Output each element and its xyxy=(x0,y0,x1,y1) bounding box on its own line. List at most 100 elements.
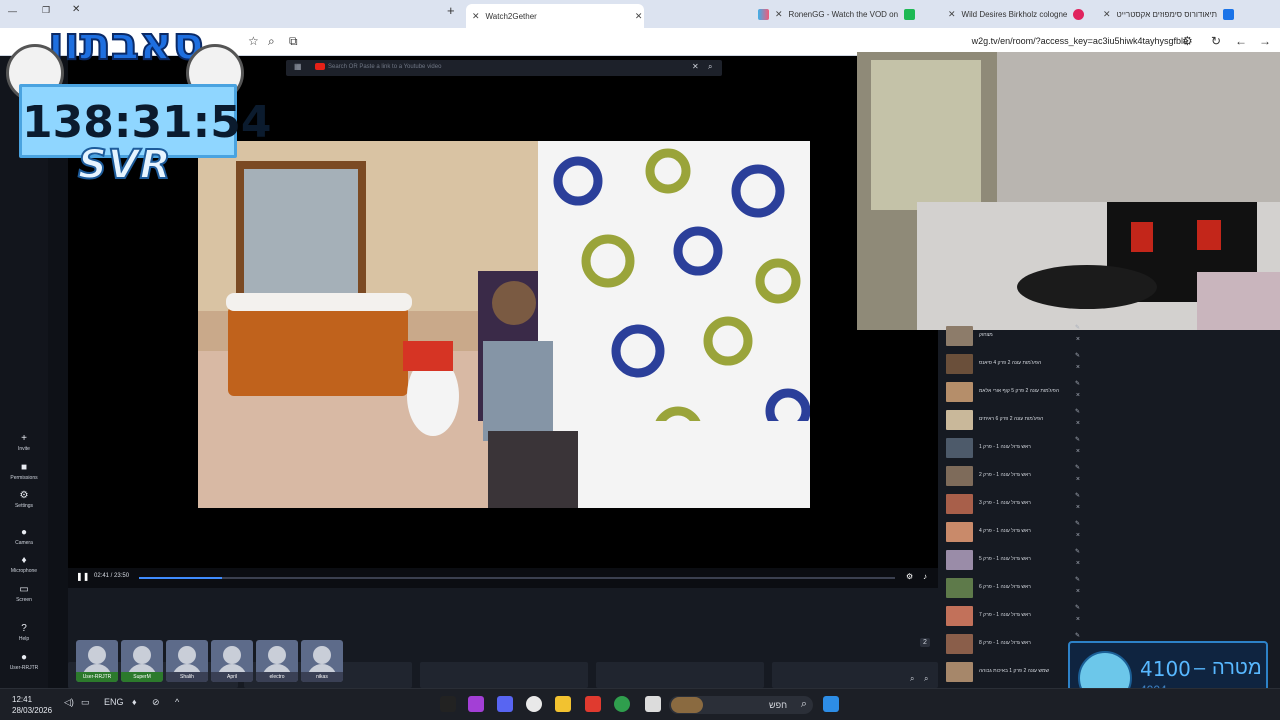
minimize-icon[interactable]: — xyxy=(8,6,17,16)
edit-icon[interactable]: ✎ xyxy=(1075,464,1080,471)
new-tab-icon[interactable]: + xyxy=(447,3,455,18)
edit-icon[interactable]: ✎ xyxy=(1075,604,1080,611)
remove-icon[interactable]: × xyxy=(1076,392,1080,399)
edit-icon[interactable]: ✎ xyxy=(1075,324,1080,331)
window-icon[interactable] xyxy=(645,696,661,712)
sidebar-item-invite[interactable]: + Invite xyxy=(0,433,48,452)
video-thumbnail[interactable] xyxy=(946,494,973,514)
chevron-up-icon[interactable]: ^ xyxy=(175,697,179,707)
microphone-icon[interactable]: ♦ xyxy=(132,697,137,707)
video-thumbnail[interactable] xyxy=(946,466,973,486)
user-tile[interactable]: April xyxy=(211,640,253,682)
video-thumbnail[interactable] xyxy=(946,550,973,570)
search-icon[interactable]: ⌕ xyxy=(708,62,712,72)
video-thumbnail[interactable] xyxy=(946,438,973,458)
file-explorer-icon[interactable] xyxy=(555,696,571,712)
close-icon[interactable]: ✕ xyxy=(948,9,956,20)
sidebar-item-camera[interactable]: ● Camera xyxy=(0,527,48,546)
playlist-item[interactable]: הפיג'מות עונה 2 פרק 5 קוף אורי אלאמה ✎ × xyxy=(946,380,1086,406)
video-thumbnail[interactable] xyxy=(946,382,973,402)
remove-icon[interactable]: × xyxy=(1076,560,1080,567)
tab-hebrew[interactable]: ✕ תיאודורוס סימפוזים אקסטרייט xyxy=(1097,4,1280,24)
user-tile[interactable]: User-RRJTR xyxy=(76,640,118,682)
video-thumbnail[interactable] xyxy=(946,410,973,430)
app-icon[interactable] xyxy=(585,696,601,712)
playlist-item[interactable]: מצחוק ✎ × xyxy=(946,324,1086,350)
remove-icon[interactable]: × xyxy=(1076,420,1080,427)
tab-ronengg[interactable]: ✕ RonenGG - Watch the VOD on xyxy=(752,4,942,24)
close-icon[interactable]: ✕ xyxy=(635,11,643,22)
video-thumbnail[interactable] xyxy=(946,662,973,682)
remove-icon[interactable]: × xyxy=(1076,588,1080,595)
instagram-icon[interactable] xyxy=(468,696,484,712)
settings-icon[interactable]: ⚙ xyxy=(906,572,913,581)
video-thumbnail[interactable] xyxy=(946,606,973,626)
star-icon[interactable]: ☆ xyxy=(248,34,259,48)
playlist-item[interactable]: ראש גדול עונה 1 - פרק 3 ✎ × xyxy=(946,492,1086,518)
edit-icon[interactable]: ✎ xyxy=(1075,352,1080,359)
edit-icon[interactable]: ✎ xyxy=(1075,520,1080,527)
language-indicator[interactable]: ENG xyxy=(104,697,124,707)
zoom-icon[interactable]: ⌕ xyxy=(268,34,275,49)
user-tile[interactable]: Shalih xyxy=(166,640,208,682)
taskbar-search[interactable]: חפש ⌕ xyxy=(669,696,813,714)
sidebar-item-user[interactable]: ● User-RRJTR xyxy=(0,652,48,671)
network-icon[interactable]: ▭ xyxy=(81,697,90,708)
forward-icon[interactable]: → xyxy=(1259,34,1271,48)
tab-watch2gether[interactable]: ✕ Watch2Gether ✕ xyxy=(466,4,644,28)
mute-icon[interactable]: ⊘ xyxy=(152,697,160,708)
playlist-item[interactable]: ראש גדול עונה 1 - פרק 2 ✎ × xyxy=(946,464,1086,490)
media-player-icon[interactable] xyxy=(526,696,542,712)
playlist-item[interactable]: ראש גדול עונה 1 - פרק 8✎× xyxy=(946,632,1086,658)
playlist-item[interactable]: ראש גדול עונה 1 - פרק 7 ✎ × xyxy=(946,604,1086,630)
video-search-input[interactable]: ▦ Search OR Paste a link to a Youtube vi… xyxy=(286,60,722,76)
sidebar-item-settings[interactable]: ⚙ Settings xyxy=(0,490,48,509)
playlist-item[interactable]: ראש גדול עונה 1 - פרק 1 ✎ × xyxy=(946,436,1086,462)
edit-icon[interactable]: ✎ xyxy=(1075,436,1080,443)
user-tile[interactable]: SuperM xyxy=(121,640,163,682)
back-icon[interactable]: ← xyxy=(1235,34,1247,48)
volume-icon[interactable]: ◁) xyxy=(64,697,74,708)
restore-icon[interactable]: ❐ xyxy=(42,5,50,16)
playlist-item[interactable]: ראש גדול עונה 1 - פרק 4 ✎ × xyxy=(946,520,1086,546)
tab-wild-desires[interactable]: ✕ Wild Desires Birkholz cologne xyxy=(942,4,1097,24)
remove-icon[interactable]: × xyxy=(1076,336,1080,343)
video-thumbnail[interactable] xyxy=(946,522,973,542)
close-icon[interactable]: ✕ xyxy=(775,9,783,20)
remove-icon[interactable]: × xyxy=(1076,532,1080,539)
sidebar-item-microphone[interactable]: ♦ Microphone xyxy=(0,555,48,574)
remove-icon[interactable]: × xyxy=(1076,616,1080,623)
clear-icon[interactable]: ✕ xyxy=(692,62,699,71)
reload-icon[interactable]: ↻ xyxy=(1211,34,1221,48)
chrome-icon[interactable] xyxy=(614,696,630,712)
edit-icon[interactable]: ✎ xyxy=(1075,576,1080,583)
remove-icon[interactable]: × xyxy=(1076,364,1080,371)
playlist-item[interactable]: הפיג'מות עונה 2 פרק 6 ראיתים ✎ × xyxy=(946,408,1086,434)
window-close-icon[interactable]: ✕ xyxy=(72,4,80,15)
playlist-item[interactable]: שמש עונה 2 פרק 1 באיכות גבוהה✎× xyxy=(946,660,1086,686)
playlist-item[interactable]: ראש גדול עונה 1 - פרק 6 ✎ × xyxy=(946,576,1086,602)
taskbar-clock[interactable]: 12:41 28/03/2026 xyxy=(12,694,52,716)
edit-icon[interactable]: ✎ xyxy=(1075,492,1080,499)
video-thumbnail[interactable] xyxy=(946,578,973,598)
progress-bar[interactable] xyxy=(139,577,895,579)
sidebar-item-screen[interactable]: ▭ Screen xyxy=(0,584,48,603)
discord-icon[interactable] xyxy=(497,696,513,712)
playlist-item[interactable]: הפיג'מות עונה 2 פרק 4 סיאנס ✎ × xyxy=(946,352,1086,378)
close-icon[interactable]: ✕ xyxy=(1103,9,1111,20)
zoom-out-icon[interactable]: ⌕ xyxy=(924,674,928,684)
remove-icon[interactable]: × xyxy=(1076,504,1080,511)
site-settings-icon[interactable]: ⚙ xyxy=(1182,34,1193,48)
edit-icon[interactable]: ✎ xyxy=(1075,632,1080,639)
user-tile[interactable]: nikas xyxy=(301,640,343,682)
sidebar-item-help[interactable]: ? Help xyxy=(0,623,48,642)
edit-icon[interactable]: ✎ xyxy=(1075,408,1080,415)
url-field[interactable]: w2g.tv/en/room/?access_key=ac3iu5hiwk4ta… xyxy=(972,36,1188,46)
grid-icon[interactable]: ▦ xyxy=(294,62,302,71)
pause-icon[interactable]: ❚❚ xyxy=(76,572,89,581)
zoom-in-icon[interactable]: ⌕ xyxy=(910,674,914,684)
close-icon[interactable]: ✕ xyxy=(472,11,480,22)
video-thumbnail[interactable] xyxy=(946,326,973,346)
app-icon[interactable] xyxy=(440,696,456,712)
edit-icon[interactable]: ✎ xyxy=(1075,548,1080,555)
